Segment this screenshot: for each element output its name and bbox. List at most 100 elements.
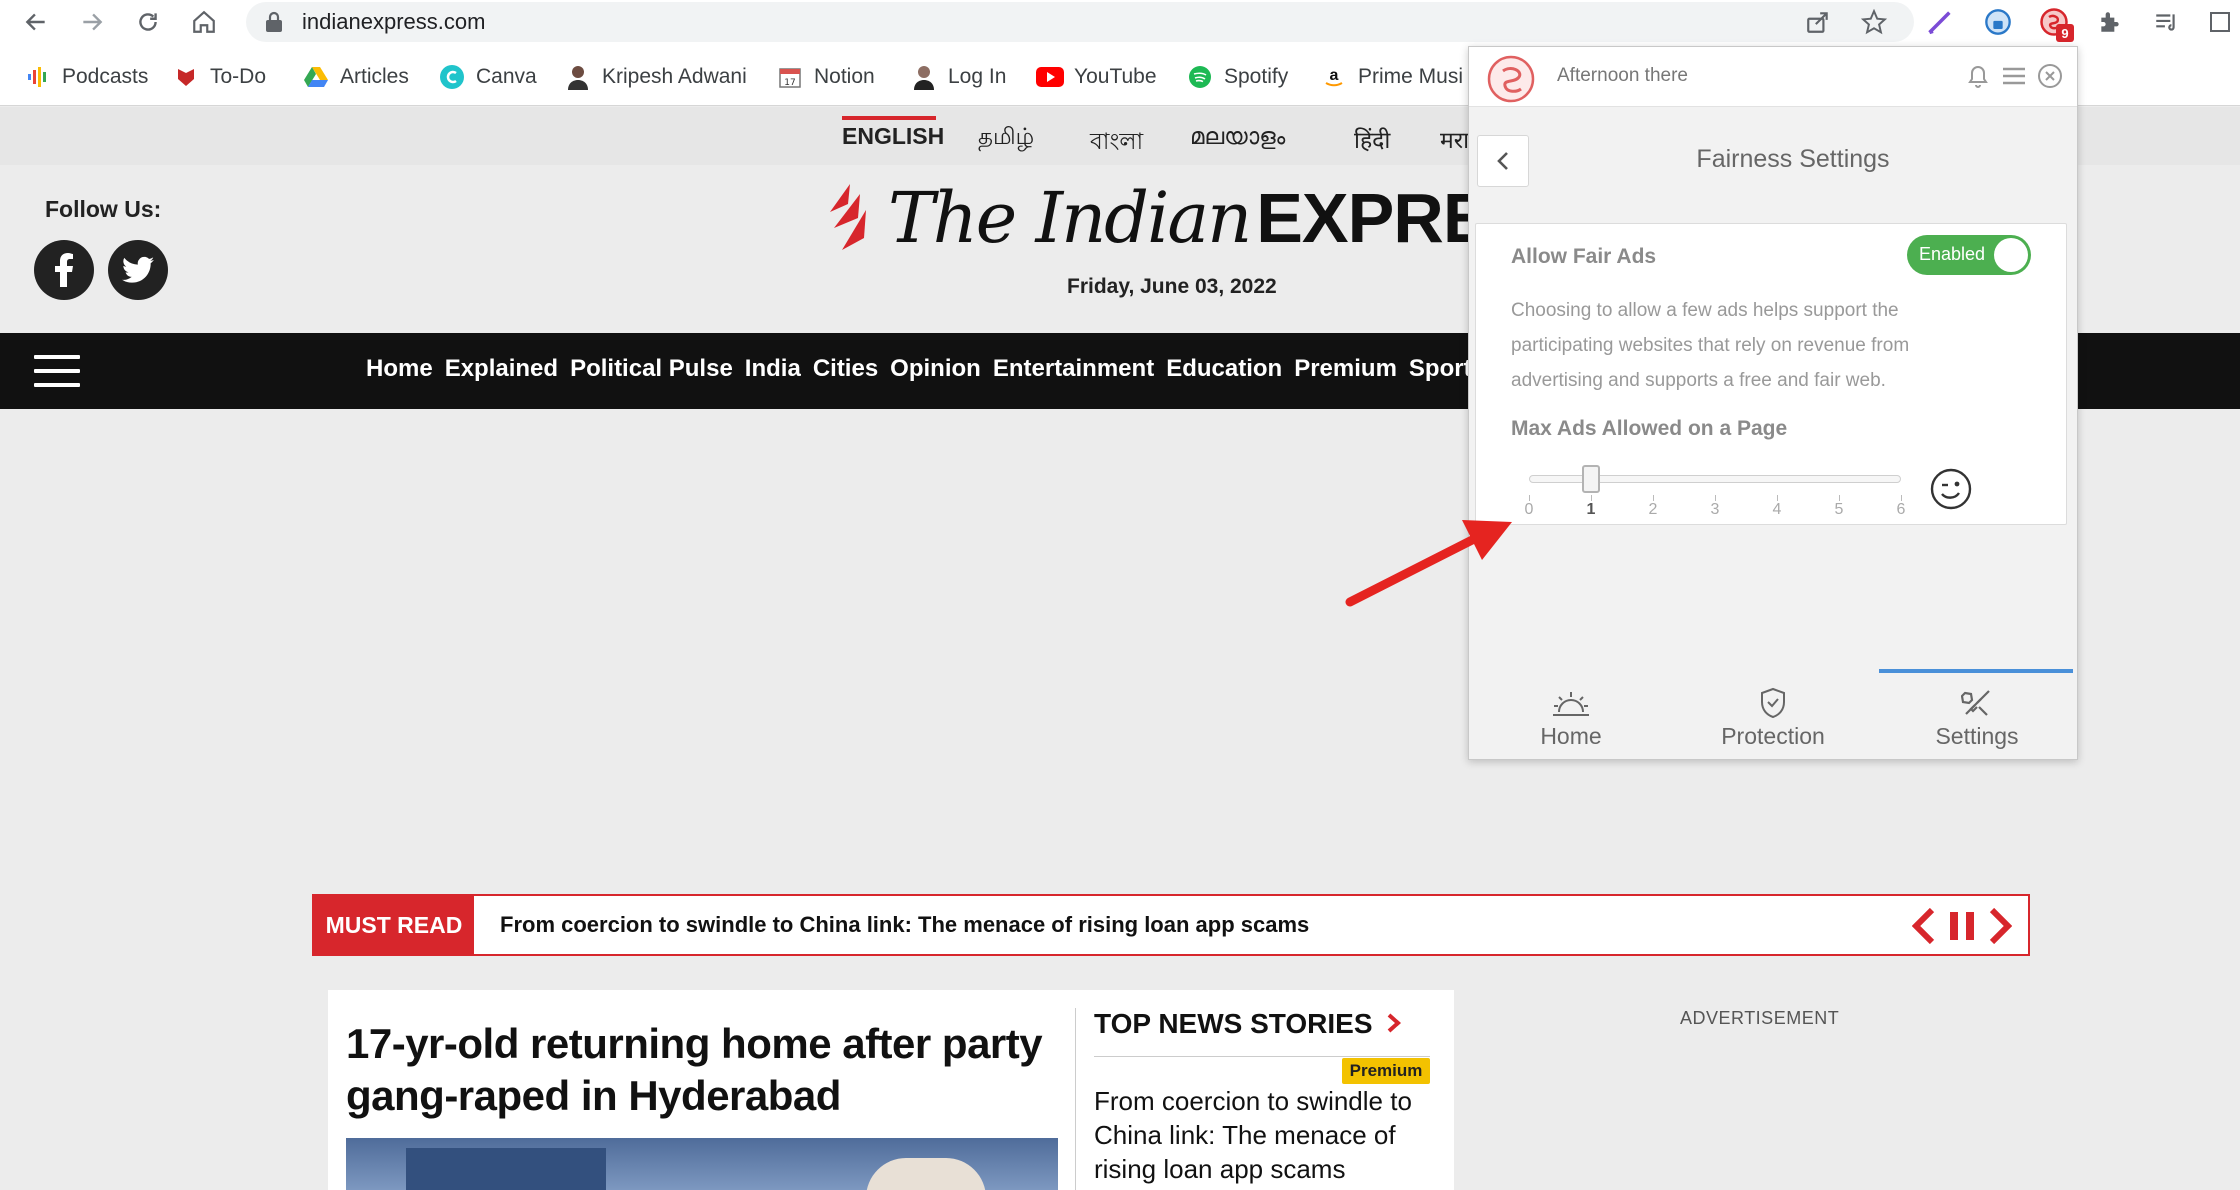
- chevron-right-icon: [1387, 1013, 1402, 1033]
- nav-premium[interactable]: Premium: [1294, 355, 1397, 383]
- svg-text:a: a: [1330, 67, 1339, 84]
- site-logo[interactable]: The Indian EXPRES: [820, 177, 1535, 259]
- top-news-story[interactable]: From coercion to swindle to China link: …: [1094, 1084, 1442, 1186]
- tab-home[interactable]: Home: [1481, 683, 1661, 755]
- tab-label: Home: [1540, 723, 1602, 749]
- top-news-rule: [1094, 1056, 1430, 1057]
- fair-ads-toggle[interactable]: Enabled: [1907, 235, 2031, 275]
- nav-education[interactable]: Education: [1166, 355, 1282, 383]
- extension-badge: 9: [2056, 24, 2074, 42]
- menu-icon[interactable]: [1999, 61, 2029, 91]
- bookmark-label: Canva: [476, 65, 537, 88]
- bookmark-star-icon[interactable]: [1858, 6, 1890, 38]
- nav-links: Home Explained Political Pulse India Cit…: [366, 355, 1541, 383]
- address-bar[interactable]: [246, 2, 1914, 42]
- tab-settings[interactable]: Settings: [1887, 683, 2067, 755]
- bookmark-podcasts[interactable]: Podcasts: [24, 62, 148, 92]
- ticker-pause-icon[interactable]: [1950, 912, 1958, 940]
- lang-bangla[interactable]: বাংলা: [1090, 123, 1143, 162]
- tab-label: Settings: [1935, 723, 2019, 749]
- amazon-icon: a: [1320, 63, 1348, 91]
- bookmark-spotify[interactable]: Spotify: [1186, 62, 1288, 92]
- nav-india[interactable]: India: [745, 355, 801, 383]
- window-frame-icon[interactable]: [2204, 6, 2236, 38]
- reading-list-icon[interactable]: [2150, 6, 2182, 38]
- lead-headline[interactable]: 17-yr-old returning home after party gan…: [346, 1018, 1066, 1122]
- bookmark-label: Log In: [948, 65, 1007, 88]
- nav-home[interactable]: Home: [366, 355, 433, 383]
- nav-entertainment[interactable]: Entertainment: [993, 355, 1154, 383]
- active-tab-indicator: [1879, 669, 2073, 673]
- top-news-heading[interactable]: TOP NEWS STORIES: [1094, 1008, 1402, 1040]
- lang-marathi[interactable]: मरा: [1440, 123, 1469, 155]
- todo-icon: [172, 63, 200, 91]
- home-icon[interactable]: [188, 6, 220, 38]
- bookmark-notion[interactable]: 17 Notion: [776, 62, 875, 92]
- bookmark-label: Prime Musi: [1358, 65, 1464, 88]
- slider-tick-label: 0: [1524, 501, 1534, 518]
- lang-english[interactable]: ENGLISH: [842, 123, 944, 150]
- bookmark-to-do[interactable]: To-Do: [172, 62, 266, 92]
- extension-logo-icon: [1487, 55, 1535, 103]
- active-language-indicator: [842, 116, 936, 120]
- top-news-label: TOP NEWS STORIES: [1094, 1008, 1373, 1039]
- bookmark-canva[interactable]: Canva: [438, 62, 537, 92]
- pen-extension-icon[interactable]: [1924, 6, 1956, 38]
- forward-arrow-icon[interactable]: [76, 6, 108, 38]
- nav-cities[interactable]: Cities: [813, 355, 878, 383]
- reload-icon[interactable]: [132, 6, 164, 38]
- must-read-label: MUST READ: [314, 896, 474, 954]
- tab-protection[interactable]: Protection: [1683, 683, 1863, 755]
- must-read-headline[interactable]: From coercion to swindle to China link: …: [500, 912, 1309, 938]
- lang-malayalam[interactable]: മലയാളം: [1190, 123, 1285, 150]
- person-avatar-icon: [564, 63, 592, 91]
- max-ads-label: Max Ads Allowed on a Page: [1511, 417, 1788, 440]
- puzzle-extensions-icon[interactable]: [2094, 6, 2126, 38]
- allow-fair-ads-label: Allow Fair Ads: [1511, 245, 1657, 268]
- nav-opinion[interactable]: Opinion: [890, 355, 981, 383]
- google-drive-icon: [302, 63, 330, 91]
- bookmark-youtube[interactable]: YouTube: [1036, 62, 1157, 92]
- bookmark-articles[interactable]: Articles: [302, 62, 409, 92]
- bell-icon[interactable]: [1963, 61, 1993, 91]
- twitter-icon[interactable]: [108, 240, 168, 300]
- max-ads-slider-handle[interactable]: [1582, 465, 1600, 493]
- nav-explained[interactable]: Explained: [445, 355, 558, 383]
- close-icon[interactable]: [2035, 61, 2065, 91]
- bookmark-label: Articles: [340, 65, 409, 88]
- popup-greeting: Afternoon there: [1557, 65, 1688, 86]
- share-icon[interactable]: [1802, 6, 1834, 38]
- facebook-icon[interactable]: [34, 240, 94, 300]
- privacy-extension-icon[interactable]: [1982, 6, 2014, 38]
- bookmark-log-in[interactable]: Log In: [910, 62, 1006, 92]
- column-divider: [1075, 1008, 1076, 1190]
- back-arrow-icon[interactable]: [20, 6, 52, 38]
- bookmark-label: Notion: [814, 65, 875, 88]
- nav-political-pulse[interactable]: Political Pulse: [570, 355, 733, 383]
- bookmark-label: YouTube: [1074, 65, 1157, 88]
- lock-icon[interactable]: [258, 6, 290, 38]
- must-read-ticker: MUST READ From coercion to swindle to Ch…: [312, 894, 2030, 956]
- bookmark-prime-music[interactable]: a Prime Musi: [1320, 62, 1463, 92]
- url-text[interactable]: indianexpress.com: [302, 9, 485, 35]
- lang-tamil[interactable]: தமிழ்: [978, 123, 1034, 153]
- logo-text-the-indian: The Indian: [888, 177, 1252, 259]
- extension-popup: Afternoon there Fairness Settings Allow …: [1468, 46, 2078, 760]
- ticker-next-icon[interactable]: [1989, 907, 2013, 945]
- calendar-icon: 17: [776, 63, 804, 91]
- hamburger-menu-icon[interactable]: [34, 355, 80, 389]
- bookmark-kripesh-adwani[interactable]: Kripesh Adwani: [564, 62, 747, 92]
- ticker-controls: [1911, 907, 2013, 945]
- slider-tick-label: 6: [1896, 501, 1906, 518]
- advertisement-label: ADVERTISEMENT: [1680, 1008, 1840, 1028]
- ticker-prev-icon[interactable]: [1911, 907, 1935, 945]
- logo-flame-icon: [830, 184, 866, 250]
- popup-title: Fairness Settings: [1696, 145, 1890, 173]
- lang-hindi[interactable]: हिंदी: [1354, 123, 1390, 155]
- follow-us-label: Follow Us:: [45, 196, 162, 222]
- toggle-knob: [1994, 238, 2028, 272]
- tools-icon: [1887, 683, 2067, 723]
- spotify-icon: [1186, 63, 1214, 91]
- slider-tick-label: 2: [1648, 501, 1658, 518]
- lead-story-photo[interactable]: [346, 1138, 1058, 1190]
